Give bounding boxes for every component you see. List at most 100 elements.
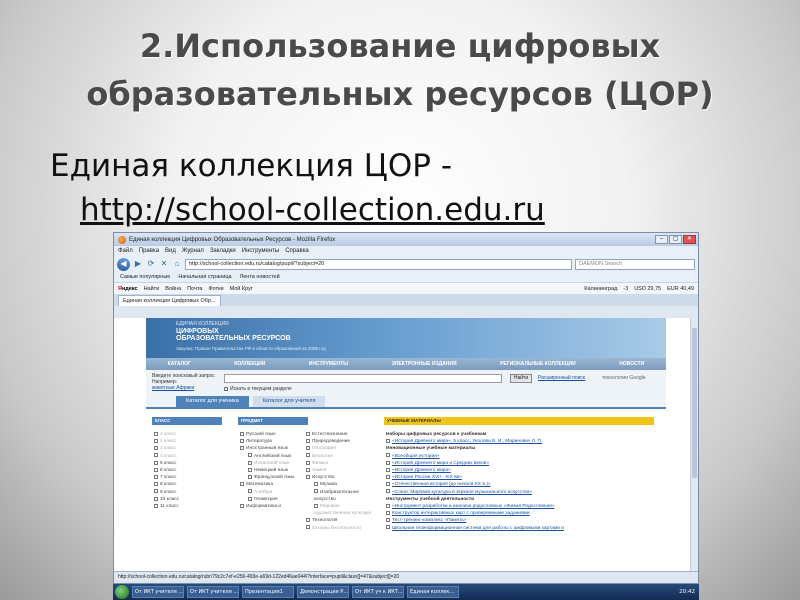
subject-item[interactable]: Основы безопасности [306, 525, 376, 532]
subject-item[interactable]: Искусство [306, 474, 376, 481]
subject-item[interactable]: Физика [306, 460, 376, 467]
menu-item[interactable]: Закладки [210, 248, 236, 254]
reload-button[interactable]: ⟳ [146, 259, 156, 269]
material-link[interactable]: Конструктор интерактивных карт с проверя… [386, 510, 656, 517]
subject-item[interactable]: Естествознание [306, 431, 376, 438]
menu-item[interactable]: Правка [139, 248, 159, 254]
subject-header: ПРЕДМЕТ [238, 417, 308, 425]
subject-item[interactable]: Русский язык [240, 431, 300, 438]
site-banner: ЕДИНАЯ КОЛЛЕКЦИЯ ЦИФРОВЫХ ОБРАЗОВАТЕЛЬНЫ… [146, 318, 666, 358]
forward-button[interactable]: ▶ [133, 259, 143, 269]
yandex-find-button[interactable]: Найти [144, 286, 160, 292]
taskbar-item[interactable]: От ИКТ учителя ... [132, 586, 184, 598]
subject-item[interactable]: Музыка [306, 481, 376, 488]
subject-item[interactable]: Химия [306, 467, 376, 474]
nav-item[interactable]: КАТАЛОГ [168, 361, 191, 367]
class-item[interactable]: 7 класс [154, 474, 179, 481]
class-item[interactable]: 1 класс [154, 431, 179, 438]
taskbar-item[interactable]: Презентация1 [242, 586, 294, 598]
nav-item[interactable]: РЕГИОНАЛЬНЫЕ КОЛЛЕКЦИИ [500, 361, 576, 367]
menu-item[interactable]: Вид [165, 248, 176, 254]
stop-button[interactable]: ✕ [159, 259, 169, 269]
class-item[interactable]: 6 класс [154, 467, 179, 474]
search-in-section-checkbox[interactable]: Искать в текущем разделе [224, 386, 292, 392]
site-search-button[interactable]: Найти [510, 374, 532, 383]
menu-item[interactable]: Инструменты [242, 248, 279, 254]
subject-item[interactable]: Литература [240, 438, 300, 445]
subject-item[interactable]: Геометрия [240, 496, 300, 503]
subject-item[interactable]: География [306, 445, 376, 452]
subject-item[interactable]: Немецкий язык [240, 467, 300, 474]
yandex-item[interactable]: Мой Круг [230, 286, 253, 292]
nav-item[interactable]: НОВОСТИ [619, 361, 644, 367]
subject-item[interactable]: Мировая художественная культура [306, 503, 376, 517]
material-link[interactable]: Школьная геоинформационная система для р… [386, 525, 656, 532]
nav-item[interactable]: ИНСТРУМЕНТЫ [309, 361, 348, 367]
back-button[interactable]: ◀ [117, 257, 130, 271]
taskbar-item[interactable]: От ИКТ учителя ... [187, 586, 239, 598]
vertical-scrollbar[interactable] [690, 318, 698, 571]
material-link[interactable]: «История Древнего мира и Средних веков» [386, 460, 656, 467]
material-link[interactable]: «История Древнего мира» [386, 467, 656, 474]
materials-heading: Инструменты учебной деятельности [386, 496, 475, 502]
nav-item[interactable]: КОЛЛЕКЦИИ [234, 361, 265, 367]
material-link[interactable]: «Всеобщая история» [386, 453, 656, 460]
subject-item[interactable]: Иностранный язык [240, 445, 300, 452]
material-link[interactable]: «История Древнего мира», 5 класс, Уколов… [386, 438, 656, 445]
subject-item[interactable]: Природоведение [306, 438, 376, 445]
class-item[interactable]: 3 класс [154, 445, 179, 452]
tab-teacher-catalog[interactable]: Каталог для учителя [252, 396, 326, 407]
start-button[interactable] [115, 585, 129, 599]
status-bar: http://school-collection.edu.ru/catalog/… [114, 571, 698, 583]
class-item[interactable]: 4 класс [154, 453, 179, 460]
yandex-item[interactable]: Почта [187, 286, 202, 292]
material-link[interactable]: Тест-тренинг-комплекс «Память» [386, 517, 656, 524]
maximize-button[interactable]: ▢ [669, 235, 682, 244]
subject-item[interactable]: Французский язык [240, 474, 300, 481]
class-item[interactable]: 11 класс [154, 503, 179, 510]
tab-student-catalog[interactable]: Каталог для ученика [176, 396, 249, 407]
site-search-input[interactable] [224, 374, 502, 383]
close-button[interactable]: ✕ [683, 235, 696, 244]
advanced-search-link[interactable]: Расширенный поиск [538, 375, 585, 381]
class-item[interactable]: 9 класс [154, 489, 179, 496]
material-link[interactable]: «Отечественная история (до начала XX в.)… [386, 481, 656, 488]
subject-item[interactable]: Математика [240, 481, 300, 488]
bookmark-item[interactable]: Лента новостей [240, 274, 280, 280]
subject-item[interactable]: Информатика и [240, 503, 300, 510]
nav-item[interactable]: ЭЛЕКТРОННЫЕ ИЗДАНИЯ [391, 361, 456, 367]
minimize-button[interactable]: – [655, 235, 668, 244]
class-item[interactable]: 8 класс [154, 481, 179, 488]
taskbar-item[interactable]: Демонстрация Р... [297, 586, 349, 598]
subject-item[interactable]: Биология [306, 453, 376, 460]
bookmark-item[interactable]: Начальная страница [178, 274, 231, 280]
class-item[interactable]: 2 класс [154, 438, 179, 445]
taskbar-item[interactable]: От ИКТ уч к ИКТ... [352, 586, 404, 598]
class-item-selected[interactable]: 5 класс [154, 460, 179, 467]
subject-item[interactable]: Английский язык [240, 453, 300, 460]
yandex-item[interactable]: Фотки [208, 286, 223, 292]
weather-city[interactable]: Калининград [584, 286, 617, 292]
home-button[interactable]: ⌂ [172, 259, 182, 269]
subject-item[interactable]: Алгебра [240, 489, 300, 496]
menu-item[interactable]: Файл [118, 248, 133, 254]
browser-tab[interactable]: Единая коллекция Цифровых Обр... [118, 295, 221, 306]
collection-url-link[interactable]: http://school-collection.edu.ru [50, 188, 670, 232]
material-link[interactable]: «История России XVII - XIX вв» [386, 474, 656, 481]
scrollbar-thumb[interactable] [692, 328, 697, 478]
subject-item[interactable]: Технология [306, 517, 376, 524]
search-example-link[interactable]: животные Африки [152, 385, 215, 391]
search-box[interactable]: DAEMON Search [575, 258, 695, 270]
taskbar-item[interactable]: Единая коллек... [407, 586, 459, 598]
material-link[interactable]: «Сонат. Мировая культура в зеркале музык… [386, 489, 656, 496]
address-bar[interactable]: http://school-collection.edu.ru/catalog/… [185, 258, 572, 270]
class-item[interactable]: 10 класс [154, 496, 179, 503]
subject-item[interactable]: Испанский язык [240, 460, 300, 467]
menu-item[interactable]: Журнал [182, 248, 204, 254]
bookmark-item[interactable]: Самые популярные [120, 274, 170, 280]
yandex-item[interactable]: Война [165, 286, 181, 292]
material-link[interactable]: «Инструмент разработки и анализа родосло… [386, 503, 656, 510]
menu-item[interactable]: Справка [285, 248, 309, 254]
subject-item[interactable]: Изобразительное искусство [306, 489, 376, 503]
materials-header: УЧЕБНЫЕ МАТЕРИАЛЫ [384, 417, 654, 425]
